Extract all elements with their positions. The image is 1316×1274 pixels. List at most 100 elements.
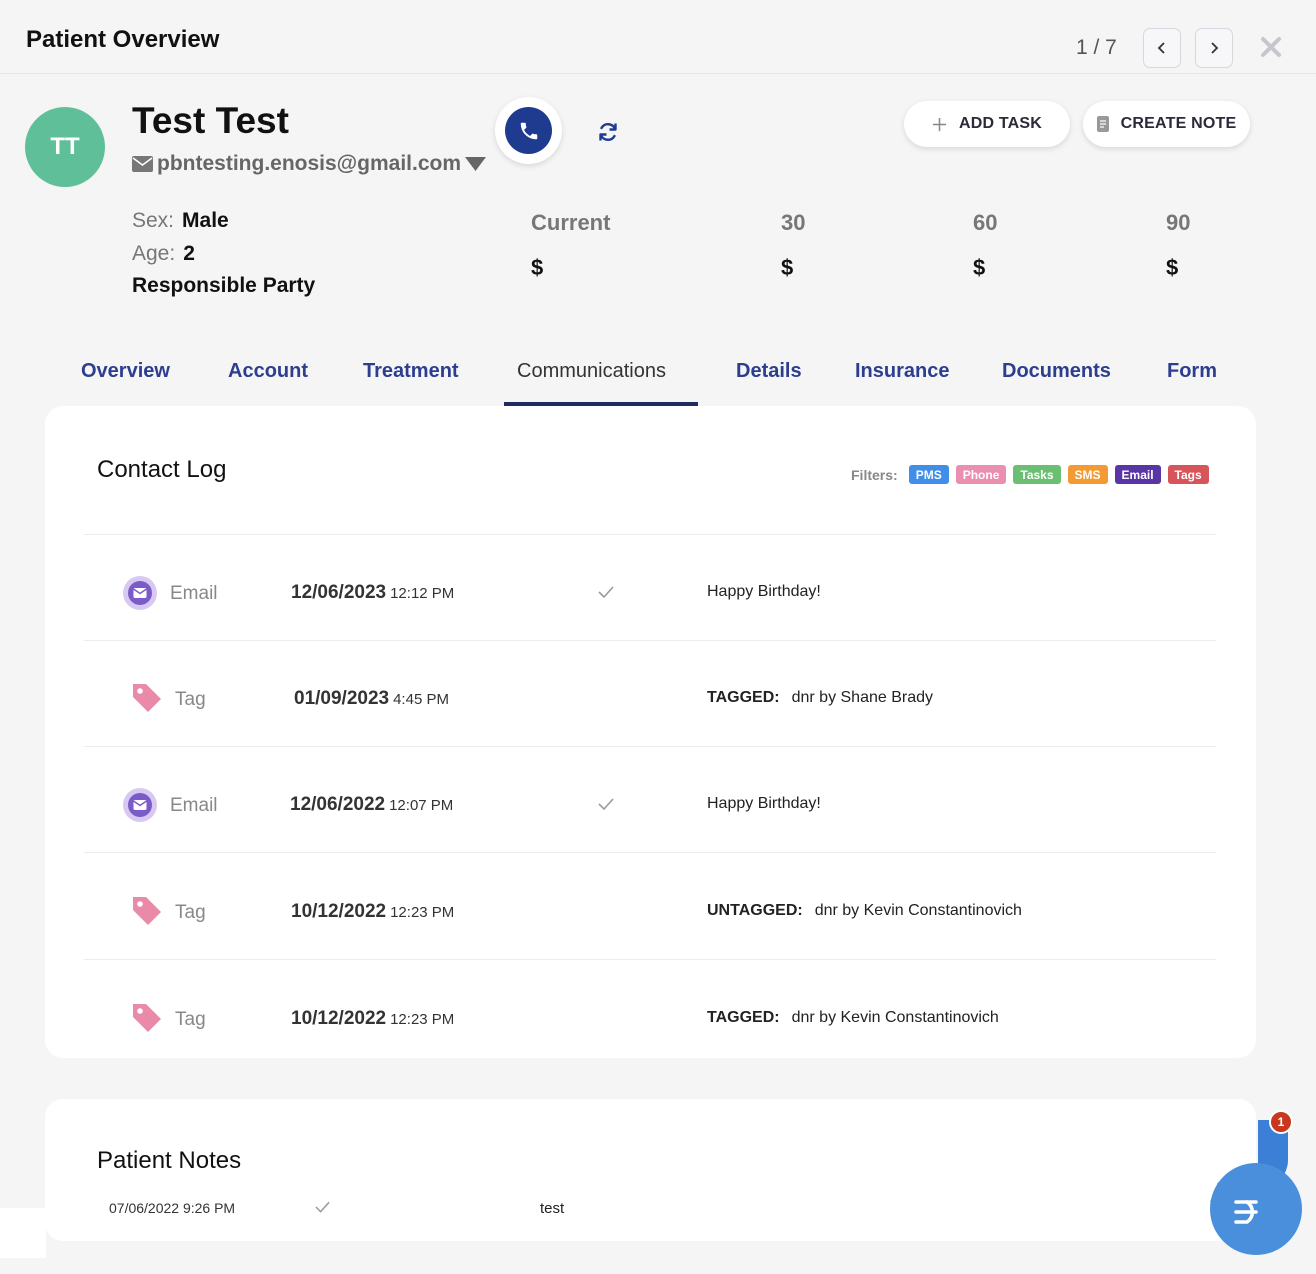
patient-name: Test Test [132,100,289,141]
row-description: UNTAGGED: dnr by Kevin Constantinovich [707,902,1022,920]
note-text: test [540,1200,565,1217]
contact-log-title: Contact Log [97,456,227,483]
balance-30-label: 30 [781,210,806,235]
left-edge-panel [0,1208,46,1258]
filter-email[interactable]: Email [1114,465,1161,484]
tab-documents[interactable]: Documents [1002,360,1111,383]
balance-60-label: 60 [973,210,998,235]
tab-account[interactable]: Account [228,360,308,383]
create-note-button[interactable]: CREATE NOTE [1083,101,1250,147]
call-button[interactable] [495,97,562,164]
balance-90-value: $ [1166,255,1179,280]
balance-current-value: $ [531,255,544,280]
note-icon [1096,116,1109,132]
previous-patient-button[interactable] [1143,28,1181,68]
sex-label: Sex: [132,209,175,232]
row-time: 12:07 PM [389,797,454,814]
add-task-label: ADD TASK [958,115,1043,132]
row-date: 12/06/2022 12:07 PM [290,794,454,815]
filter-tags[interactable]: Tags [1167,465,1209,484]
sex-value: Male [182,209,229,232]
row-description: Happy Birthday! [707,795,821,813]
row-type: Email [170,583,218,604]
contact-log-row[interactable]: Tag 01/09/2023 4:45 PM TAGGED: dnr by Shan… [84,640,1216,746]
balance-60-value: $ [973,255,986,280]
row-prefix: TAGGED: [707,1009,780,1026]
row-time: 4:45 PM [393,691,449,708]
contact-log-row[interactable]: Email 12/06/2022 12:07 PM Happy Birthday! [84,746,1216,852]
row-type: Tag [175,689,206,710]
balance-30-value: $ [781,255,794,280]
row-date: 10/12/2022 12:23 PM [291,1008,455,1029]
row-type: Tag [175,902,206,923]
row-time: 12:23 PM [390,904,455,921]
row-type: Email [170,795,218,816]
row-date: 01/09/2023 4:45 PM [294,688,449,709]
row-time: 12:23 PM [390,1011,455,1028]
tab-insurance[interactable]: Insurance [855,360,949,383]
tag-icon [133,897,161,925]
row-prefix: UNTAGGED: [707,902,803,919]
row-description: TAGGED: dnr by Kevin Constantinovich [707,1009,999,1027]
row-type: Tag [175,1009,206,1030]
next-patient-button[interactable] [1195,28,1233,68]
note-date: 07/06/2022 9:26 PM [109,1200,236,1216]
tab-overview[interactable]: Overview [81,360,170,383]
row-text: Happy Birthday! [707,795,821,812]
tab-form[interactable]: Form [1167,360,1217,383]
email-dropdown[interactable]: pbntesting.enosis@gmail.com [132,152,487,176]
row-text: Happy Birthday! [707,583,821,600]
patient-notes-title: Patient Notes [97,1147,242,1174]
contact-log-row[interactable]: Tag 10/12/2022 12:23 PM TAGGED: dnr by Kev… [84,959,1216,1058]
row-time: 12:12 PM [390,585,455,602]
balance-90-label: 90 [1166,210,1191,235]
chevron-right-icon [1211,42,1219,54]
plus-icon [932,117,947,131]
filter-sms[interactable]: SMS [1067,465,1108,484]
tag-icon [133,1004,161,1032]
chevron-left-icon [1157,42,1165,54]
age-row: Age: 2 [132,242,195,266]
filter-phone[interactable]: Phone [955,465,1007,484]
responsible-party: Responsible Party [132,274,316,297]
page-title: Patient Overview [26,26,220,53]
email-icon [123,788,157,822]
avatar: TT [25,107,105,187]
row-description: Happy Birthday! [707,583,821,601]
responsible-party-row: Responsible Party [132,274,315,298]
contact-log-row[interactable]: Email 12/06/2023 12:12 PM Happy Birthday! [84,534,1216,640]
filter-pms[interactable]: PMS [908,465,949,484]
patient-email: pbntesting.enosis@gmail.com [157,152,462,175]
chat-notification-badge: 1 [1269,1110,1293,1134]
row-text: dnr by Kevin Constantinovich [791,1009,999,1026]
create-note-label: CREATE NOTE [1120,115,1237,132]
tag-icon [133,684,161,712]
pager-counter: 1 / 7 [1076,36,1117,59]
filter-tasks[interactable]: Tasks [1013,465,1061,484]
balance-current-label: Current [531,210,611,235]
add-task-button[interactable]: ADD TASK [904,101,1070,147]
envelope-icon [132,156,153,172]
check-icon [598,586,614,598]
filters-label: Filters: [851,466,898,483]
row-text: dnr by Kevin Constantinovich [814,902,1022,919]
tab-details[interactable]: Details [736,360,802,383]
tab-treatment[interactable]: Treatment [363,360,459,383]
tab-communications[interactable]: Communications [517,360,666,383]
age-value: 2 [183,242,195,265]
refresh-icon[interactable] [596,120,620,144]
filter-bar: Filters: PMS Phone Tasks SMS Email Tags [851,465,1209,484]
contact-log-row[interactable]: Tag 10/12/2022 12:23 PM UNTAGGED: dnr by K… [84,852,1216,958]
row-prefix: TAGGED: [707,689,780,706]
row-description: TAGGED: dnr by Shane Brady [707,689,933,707]
row-text: dnr by Shane Brady [791,689,934,706]
email-icon [123,576,157,610]
close-icon[interactable] [1258,34,1284,60]
sex-row: Sex: Male [132,209,229,233]
row-date: 12/06/2023 12:12 PM [291,582,455,603]
row-date: 10/12/2022 12:23 PM [291,901,455,922]
check-icon [315,1201,330,1213]
chat-widget-icon[interactable] [1206,1112,1302,1256]
age-label: Age: [132,242,176,265]
caret-down-icon [465,157,487,171]
